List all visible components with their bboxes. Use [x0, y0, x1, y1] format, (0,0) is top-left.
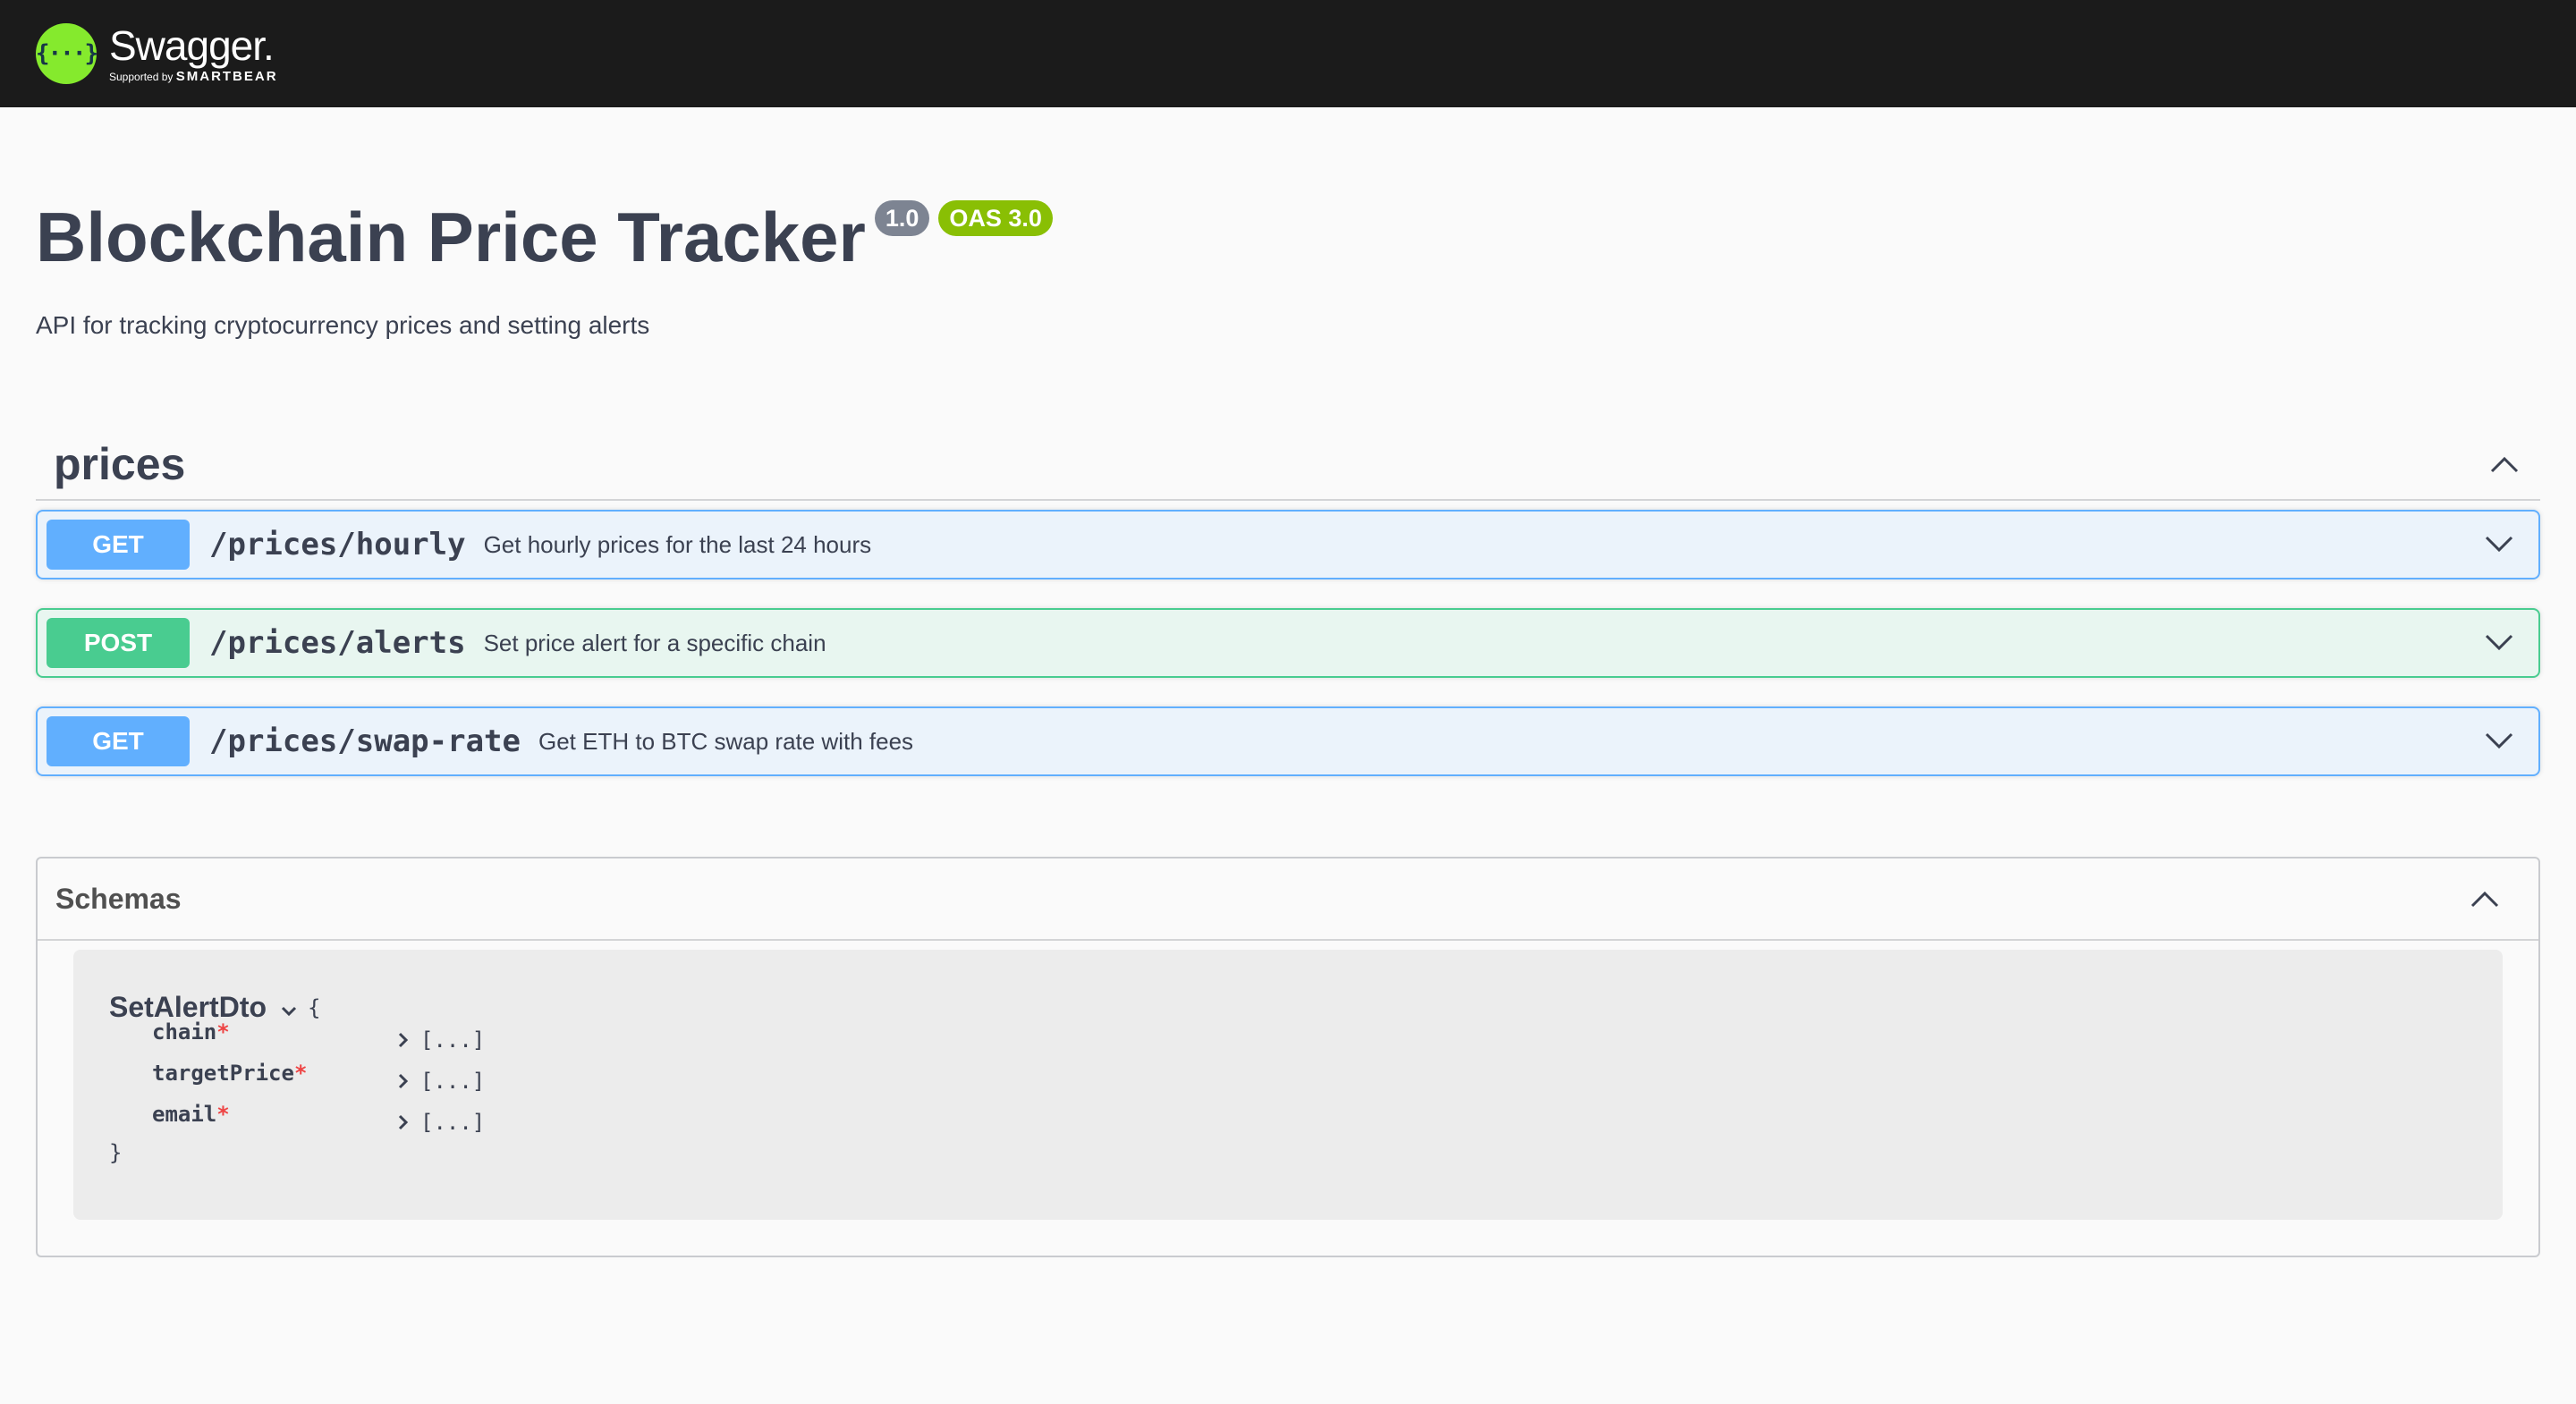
tag-name: prices — [54, 439, 186, 489]
chevron-right-icon — [398, 1114, 409, 1130]
operation-path: /prices/alerts — [209, 625, 466, 661]
property-type: [...] — [420, 1028, 486, 1053]
chevron-down-icon[interactable] — [2481, 723, 2517, 759]
operation-summary: Get hourly prices for the last 24 hours — [483, 530, 872, 558]
method-badge: GET — [47, 716, 190, 766]
swagger-logo-icon[interactable]: {···} — [36, 23, 98, 84]
schemas-title: Schemas — [55, 882, 182, 915]
method-badge: GET — [47, 520, 190, 570]
property-row: email* [...] — [109, 1094, 2467, 1135]
schemas-header[interactable]: Schemas — [38, 858, 2538, 941]
property-type-toggle[interactable]: [...] — [395, 1028, 485, 1053]
chevron-up-icon[interactable] — [2467, 881, 2503, 917]
chevron-right-icon — [398, 1073, 409, 1089]
property-type-toggle[interactable]: [...] — [395, 1069, 485, 1094]
operation-get-prices-swap-rate[interactable]: GET /prices/swap-rate Get ETH to BTC swa… — [36, 706, 2540, 776]
property-name: chain* — [152, 1019, 230, 1045]
operation-summary: Set price alert for a specific chain — [483, 629, 826, 656]
chevron-down-icon[interactable] — [2481, 527, 2517, 562]
operation-summary: Get ETH to BTC swap rate with fees — [538, 727, 914, 755]
tag-header[interactable]: prices — [36, 429, 2540, 501]
chevron-right-icon — [398, 1032, 409, 1048]
method-badge: POST — [47, 618, 190, 668]
model-properties: chain* [...] targetPrice* [...] email* [… — [109, 1011, 2467, 1135]
chevron-up-icon[interactable] — [2487, 446, 2522, 482]
chevron-down-icon[interactable] — [2481, 625, 2517, 661]
api-title: Blockchain Price Tracker — [36, 198, 866, 276]
operation-get-prices-hourly[interactable]: GET /prices/hourly Get hourly prices for… — [36, 510, 2540, 579]
operation-post-prices-alerts[interactable]: POST /prices/alerts Set price alert for … — [36, 608, 2540, 678]
oas-badge: OAS 3.0 — [938, 200, 1053, 236]
property-type: [...] — [420, 1110, 486, 1135]
property-name: email* — [152, 1102, 230, 1127]
property-type: [...] — [420, 1069, 486, 1094]
top-bar: {···} Swagger. Supported by SMARTBEAR — [0, 0, 2576, 107]
brand-sub: Supported by SMARTBEAR — [109, 69, 278, 84]
api-description: API for tracking cryptocurrency prices a… — [36, 311, 650, 339]
brand-name: Swagger. — [109, 22, 275, 69]
property-row: targetPrice* [...] — [109, 1053, 2467, 1094]
property-row: chain* [...] — [109, 1011, 2467, 1053]
property-name: targetPrice* — [152, 1061, 308, 1086]
schemas-section: Schemas SetAlertDto { chain* [...] targe… — [36, 857, 2540, 1257]
main-content: Blockchain Price Tracker 1.0 OAS 3.0 API… — [0, 197, 2576, 1257]
info-header: Blockchain Price Tracker 1.0 OAS 3.0 — [36, 197, 2540, 277]
swagger-brand[interactable]: Swagger. Supported by SMARTBEAR — [109, 23, 278, 84]
tag-section-prices: prices GET /prices/hourly Get hourly pri… — [36, 429, 2540, 776]
close-brace: } — [109, 1140, 123, 1165]
operation-path: /prices/swap-rate — [209, 723, 521, 759]
property-type-toggle[interactable]: [...] — [395, 1110, 485, 1135]
operation-path: /prices/hourly — [209, 527, 466, 562]
model-box: SetAlertDto { chain* [...] targetPrice* — [73, 950, 2503, 1220]
version-badge: 1.0 — [874, 200, 930, 236]
